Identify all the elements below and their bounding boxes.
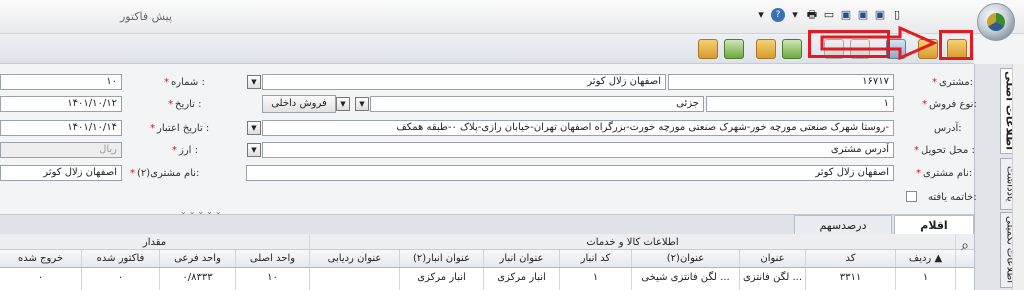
- cell-main-unit: ۱۰: [236, 268, 310, 290]
- minimize-icon[interactable]: ▾: [754, 8, 768, 22]
- address-dropdown-icon[interactable]: ▼: [247, 121, 261, 135]
- group-goods-header: اطلاعات کالا و خدمات: [310, 234, 956, 249]
- cell-code: ۳۳۱۱: [806, 268, 896, 290]
- cell-warehouse-title: انبار مرکزی: [484, 268, 560, 290]
- sale-type-code-field[interactable]: ۱: [706, 96, 894, 112]
- cell-invoiced: ۰: [82, 268, 160, 290]
- col-header-warehouse-title[interactable]: عنوان انبار: [484, 250, 560, 267]
- validity-date-label: * تاریخ اعتبار :: [150, 123, 210, 134]
- open-icon[interactable]: ▭: [822, 8, 836, 22]
- customer-name-text-field[interactable]: اصفهان زلال کوثر: [246, 165, 894, 181]
- col-header-tracking-title[interactable]: عنوان ردیابی: [310, 250, 400, 267]
- cell-warehouse-title2: انبار مرکزی: [400, 268, 484, 290]
- validity-date-field[interactable]: ۱۴۰۱/۱۰/۱۴: [0, 120, 122, 136]
- date-label: * تاریخ :: [168, 99, 202, 110]
- col-header-warehouse-code[interactable]: کد انبار: [560, 250, 632, 267]
- export-icon[interactable]: [782, 39, 802, 59]
- cell-warehouse-code: ۱: [560, 268, 632, 290]
- number-field[interactable]: ۱۰: [0, 74, 122, 90]
- grid-group-header: اطلاعات کالا و خدمات مقدار: [0, 234, 974, 250]
- domestic-sale-button[interactable]: فروش داخلی: [262, 95, 336, 113]
- highlight-box-main: [939, 30, 973, 60]
- delivery-dropdown-icon[interactable]: ▼: [247, 143, 261, 157]
- items-grid: اطلاعات کالا و خدمات مقدار ردیف ▲ کد عنو…: [0, 234, 974, 290]
- print-icon[interactable]: 🖶: [805, 8, 819, 22]
- customer-name2-label: * نام مشتری(۲):: [130, 168, 200, 179]
- col-header-exited[interactable]: خروج شده: [0, 250, 82, 267]
- window-title: پیش فاکتور: [120, 10, 173, 23]
- customer-dropdown-icon[interactable]: ▼: [247, 75, 261, 89]
- col-header-sub-unit[interactable]: واحد فرعی: [160, 250, 236, 267]
- customer-code-field[interactable]: ۱۶۷۱۷: [668, 74, 894, 90]
- delivery-field[interactable]: آدرس مشتری: [262, 142, 894, 158]
- cell-title2: لگن فانتزی شیخی ...: [632, 268, 740, 290]
- app-logo-icon[interactable]: [977, 3, 1015, 41]
- import-icon[interactable]: [724, 39, 744, 59]
- tab-items[interactable]: اقلام: [894, 215, 974, 235]
- customer-label: * مشتری:: [932, 77, 974, 88]
- help-icon[interactable]: ?: [771, 8, 785, 22]
- tab-share-percent[interactable]: درصدسهم: [794, 215, 892, 235]
- pointer-arrow-icon: [820, 25, 938, 61]
- finalized-checkbox[interactable]: [906, 191, 917, 202]
- finalized-label: خاتمه یافته:: [928, 192, 977, 203]
- vertical-scrollbar[interactable]: [1012, 64, 1024, 290]
- address-label: آدرس:: [934, 123, 962, 134]
- currency-field[interactable]: ریال: [0, 142, 122, 158]
- group-quantity-header: مقدار: [0, 234, 310, 249]
- col-header-title[interactable]: عنوان: [740, 250, 806, 267]
- table-row[interactable]: ۱ ۳۳۱۱ لگن فانتزی ... لگن فانتزی شیخی ..…: [0, 268, 974, 290]
- search-icon[interactable]: ⌕: [956, 238, 974, 262]
- save-icon[interactable]: ▣: [873, 8, 887, 22]
- save-as-icon[interactable]: ▣: [839, 8, 853, 22]
- save-all-icon[interactable]: ▣: [856, 8, 870, 22]
- cell-tracking-title: [310, 268, 400, 290]
- sale-type-dropdown-icon[interactable]: ▼: [355, 97, 369, 111]
- col-header-main-unit[interactable]: واحد اصلی: [236, 250, 310, 267]
- domestic-sale-dropdown-icon[interactable]: ▼: [336, 97, 350, 111]
- cell-row-no: ۱: [896, 268, 956, 290]
- new-doc-icon[interactable]: ▯: [890, 8, 904, 22]
- cell-sub-unit: ۰/۸۳۳۳: [160, 268, 236, 290]
- col-header-invoiced[interactable]: فاکتور شده: [82, 250, 160, 267]
- cell-exited: ۰: [0, 268, 82, 290]
- grid-column-header: ردیف ▲ کد عنوان عنوان(۲) کد انبار عنوان …: [0, 250, 974, 268]
- sale-type-name-field[interactable]: جزئی: [370, 96, 704, 112]
- grid-tab-strip: اقلام درصدسهم: [0, 214, 974, 235]
- currency-label: * ارز :: [172, 145, 198, 156]
- col-header-title2[interactable]: عنوان(۲): [632, 250, 740, 267]
- cell-title: لگن فانتزی ...: [740, 268, 806, 290]
- col-header-row-no[interactable]: ردیف ▲: [896, 250, 956, 267]
- address-field[interactable]: روستا شهرک صنعتی مورچه خور-شهرک صنعتی مو…: [262, 120, 894, 136]
- col-header-warehouse-title2[interactable]: عنوان انبار(۲): [400, 250, 484, 267]
- customer-name-field[interactable]: اصفهان زلال کوثر: [262, 74, 666, 90]
- lock-doc-icon[interactable]: [756, 39, 776, 59]
- sale-type-label: * نوع فروش:: [922, 99, 977, 110]
- date-field[interactable]: ۱۴۰۱/۱۰/۱۲: [0, 96, 122, 112]
- number-label: * شماره :: [164, 77, 205, 88]
- col-header-code[interactable]: کد: [806, 250, 896, 267]
- quick-access-toolbar: ▾ ? ▾ 🖶 ▭ ▣ ▣ ▣ ▯: [754, 8, 904, 22]
- customer-name2-field[interactable]: اصفهان زلال کوثر: [0, 165, 122, 181]
- customer-name-label: * نام مشتری:: [916, 168, 973, 179]
- delivery-label: * محل تحویل :: [914, 145, 975, 156]
- settings-icon[interactable]: ▾: [788, 8, 802, 22]
- delete-doc-icon[interactable]: [698, 39, 718, 59]
